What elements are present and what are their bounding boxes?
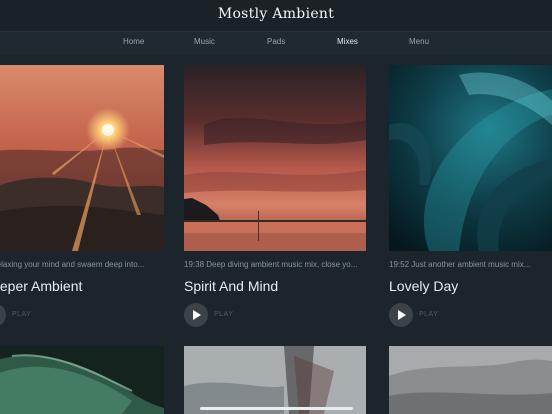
mix-thumbnail[interactable] [0, 65, 164, 251]
nav-item-menu[interactable]: Menu [409, 37, 429, 46]
mix-thumbnail[interactable] [389, 346, 552, 414]
app-title: Mostly Ambient [217, 6, 335, 22]
play-label: PLAY [419, 311, 439, 318]
mix-title[interactable]: Spirit And Mind [184, 278, 278, 294]
misty-forest-image [184, 346, 366, 414]
mix-title[interactable]: Deeper Ambient [0, 278, 82, 294]
grey-clouds-image [389, 346, 552, 414]
mix-thumbnail[interactable] [184, 65, 366, 251]
nav-item-pads[interactable]: Pads [267, 37, 285, 46]
teal-abstract-swirl-image [389, 65, 552, 251]
play-label: PLAY [214, 311, 234, 318]
mix-title[interactable]: Lovely Day [389, 278, 458, 294]
nav-item-music[interactable]: Music [194, 37, 215, 46]
mix-description: 19:38 Deep diving ambient music mix, clo… [184, 260, 358, 269]
home-indicator[interactable] [200, 407, 353, 410]
green-wave-image [0, 346, 164, 414]
nav-item-home[interactable]: Home [123, 37, 144, 46]
mix-thumbnail[interactable] [389, 65, 552, 251]
play-button[interactable] [0, 303, 6, 327]
play-label: PLAY [12, 311, 32, 318]
sunset-over-hills-image [0, 65, 164, 251]
nav-bar: Home Music Pads Mixes Menu [0, 32, 552, 54]
mix-description: ... Relaxing your mind and swaem deep in… [0, 260, 145, 269]
play-button[interactable] [389, 303, 413, 327]
mix-thumbnail[interactable] [184, 346, 366, 414]
top-bar: Mostly Ambient [0, 0, 552, 31]
play-icon [193, 310, 201, 320]
sunset-over-sea-image [184, 65, 366, 251]
mix-thumbnail[interactable] [0, 346, 164, 414]
mix-description: 19:52 Just another ambient music mix... [389, 260, 531, 269]
play-icon [398, 310, 406, 320]
play-button[interactable] [184, 303, 208, 327]
nav-item-mixes[interactable]: Mixes [337, 37, 358, 46]
